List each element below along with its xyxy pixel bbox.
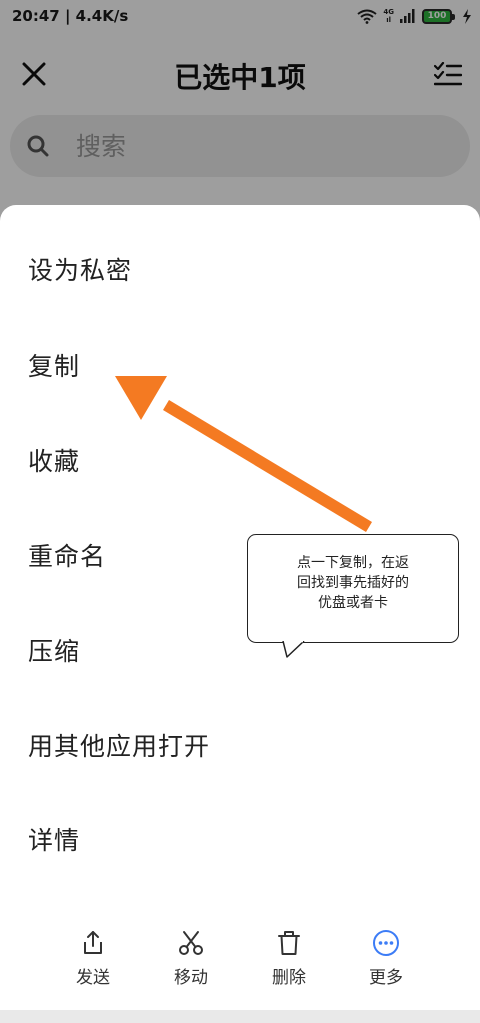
move-label: 移动 xyxy=(174,968,208,988)
menu-item-label: 设为私密 xyxy=(28,256,133,285)
menu-item-label: 用其他应用打开 xyxy=(28,732,211,761)
trash-icon xyxy=(278,931,300,955)
send-button[interactable]: 发送 xyxy=(53,929,133,999)
send-label: 发送 xyxy=(76,968,110,988)
menu-item-label: 收藏 xyxy=(28,447,81,476)
more-icon xyxy=(373,930,399,956)
callout-text: 点一下复制，在返 回找到事先插好的 优盘或者卡 xyxy=(297,555,409,611)
annotation-callout: 点一下复制，在返 回找到事先插好的 优盘或者卡 xyxy=(247,534,459,643)
navigation-bar xyxy=(0,1010,480,1023)
scissors-icon xyxy=(179,931,203,955)
menu-item-open-with[interactable]: 用其他应用打开 xyxy=(0,709,480,779)
bottom-action-bar: 发送 移动 删除 更多 xyxy=(0,917,480,1007)
move-button[interactable]: 移动 xyxy=(151,929,231,999)
callout-tail xyxy=(282,641,305,658)
menu-item-favorite[interactable]: 收藏 xyxy=(0,424,480,494)
more-button[interactable]: 更多 xyxy=(346,929,426,999)
menu-item-copy[interactable]: 复制 xyxy=(0,329,480,399)
menu-item-details[interactable]: 详情 xyxy=(0,803,480,873)
delete-label: 删除 xyxy=(272,968,306,988)
menu-item-set-private[interactable]: 设为私密 xyxy=(0,233,480,303)
share-icon xyxy=(84,931,102,954)
delete-button[interactable]: 删除 xyxy=(249,929,329,999)
menu-item-label: 重命名 xyxy=(28,542,107,571)
more-label: 更多 xyxy=(369,968,403,988)
menu-item-label: 压缩 xyxy=(28,637,81,666)
menu-item-label: 复制 xyxy=(28,352,81,381)
menu-item-label: 详情 xyxy=(28,826,81,855)
